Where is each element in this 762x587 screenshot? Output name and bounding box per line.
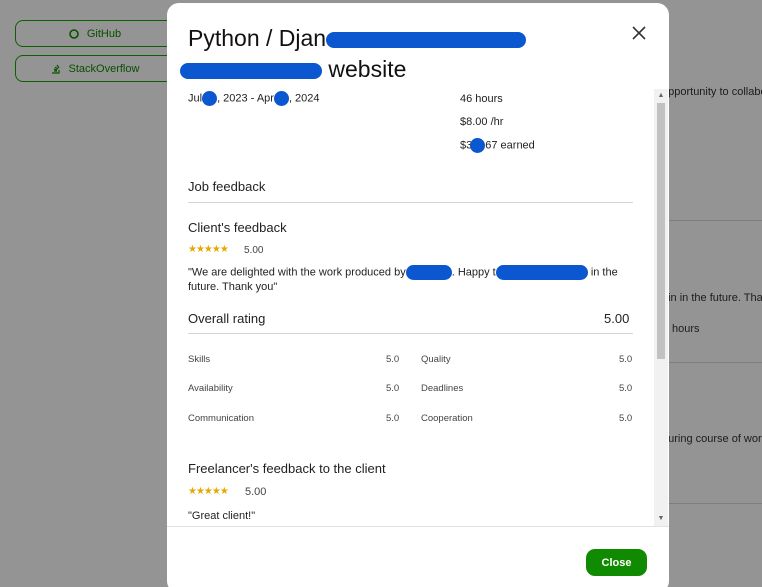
rating-value-skills: 5.0 (386, 354, 400, 365)
client-rating-stars: ★★★★★ (188, 244, 229, 255)
redaction-mark (405, 265, 452, 280)
title-text: website (328, 56, 407, 82)
client-feedback-heading: Client's feedback (188, 220, 287, 235)
date-text: , 2023 - Apr (217, 92, 274, 105)
divider (188, 202, 633, 203)
rating-label-quality: Quality (421, 354, 451, 365)
redaction-mark (495, 265, 588, 280)
freelancer-rating-stars: ★★★★★ (188, 486, 229, 497)
rating-value-quality: 5.0 (619, 354, 633, 365)
job-feedback-heading: Job feedback (188, 179, 266, 194)
rating-value-availability: 5.0 (386, 383, 400, 394)
overall-rating-score: 5.00 (604, 311, 630, 326)
title-text: Python / Djan (188, 25, 327, 51)
date-range: Jul , 2023 - Apr , 2024 (188, 91, 320, 106)
date-text: , 2024 (288, 92, 320, 105)
job-details-modal: Python / Djan website Jul , 2023 - Apr , 2… (167, 3, 669, 587)
divider (188, 333, 633, 334)
earned-text: 67 earned (485, 139, 535, 152)
redaction-mark (180, 62, 322, 79)
scrollbar[interactable]: ▲ ▼ (654, 89, 668, 526)
scrollbar-thumb[interactable] (657, 103, 665, 359)
close-button[interactable]: Close (586, 549, 647, 576)
footer-divider (167, 526, 669, 527)
rating-label-communication: Communication (188, 413, 254, 424)
quote-text: in the (590, 266, 618, 279)
date-text: Jul (188, 92, 203, 105)
rating-value-deadlines: 5.0 (619, 383, 633, 394)
rating-value-cooperation: 5.0 (619, 413, 633, 424)
client-feedback-quote: "We are delighted with the work produced… (188, 265, 628, 295)
scroll-up-icon[interactable]: ▲ (657, 92, 665, 99)
rating-label-availability: Availability (188, 383, 233, 394)
quote-text: "We are delighted with the work produced… (188, 266, 406, 279)
scroll-down-icon[interactable]: ▼ (657, 515, 665, 522)
overall-rating-label: Overall rating (188, 311, 266, 326)
hourly-rate: $8.00 /hr (460, 116, 504, 128)
rating-value-communication: 5.0 (386, 413, 400, 424)
modal-scroll-content[interactable]: Jul , 2023 - Apr , 2024 46 hours $8.00 /hr… (167, 89, 669, 526)
redaction-mark (326, 31, 527, 48)
modal-title: Python / Djan website (180, 23, 608, 85)
redaction-mark (470, 138, 486, 153)
redaction-mark (273, 91, 289, 106)
rating-label-skills: Skills (188, 354, 211, 365)
client-rating-score: 5.00 (244, 245, 264, 256)
quote-text: future. Thank you" (188, 281, 278, 294)
freelancer-rating-score: 5.00 (245, 486, 267, 498)
freelancer-feedback-heading: Freelancer's feedback to the client (188, 461, 386, 476)
rating-label-deadlines: Deadlines (421, 383, 464, 394)
close-icon[interactable] (627, 21, 651, 45)
quote-text: . Happy t (451, 266, 496, 279)
amount-earned: $3 67 earned (460, 138, 535, 153)
freelancer-feedback-quote: "Great client!" (188, 510, 256, 522)
rating-label-cooperation: Cooperation (421, 413, 473, 424)
redaction-mark (202, 91, 218, 106)
hours-worked: 46 hours (460, 93, 503, 105)
